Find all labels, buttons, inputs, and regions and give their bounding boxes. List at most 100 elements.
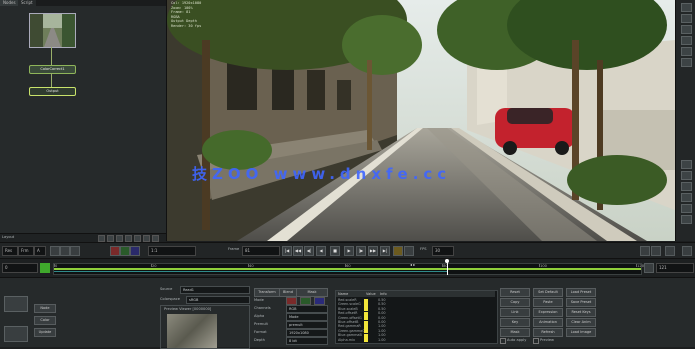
last-frame-button[interactable]: ▶| (380, 246, 390, 256)
swatch-red-icon[interactable] (286, 297, 297, 305)
tab-transform[interactable]: Transform (254, 288, 280, 297)
timeline[interactable]: 0 0 20 40 60 80 100 120 ◂ ▸ 121 (0, 258, 695, 277)
node-type-icon[interactable] (4, 296, 28, 312)
end-frame-field[interactable]: 121 (656, 263, 694, 273)
settings-icon[interactable] (152, 235, 159, 242)
tab-script[interactable]: Script (18, 0, 36, 6)
channels-select[interactable]: RGB (286, 305, 328, 313)
read-node[interactable] (29, 13, 76, 48)
source-select[interactable]: Read1 (180, 286, 250, 294)
guides-icon[interactable] (681, 193, 692, 202)
auto-apply-checkbox[interactable] (500, 338, 506, 344)
format-select[interactable]: 1920x1080 (286, 329, 328, 337)
crop-icon[interactable] (681, 36, 692, 45)
depth-select[interactable]: 8 bit (286, 337, 328, 345)
node-button[interactable]: Node (34, 304, 56, 313)
column-header-info[interactable]: Info (378, 291, 495, 297)
channel-green-icon[interactable] (60, 246, 70, 256)
column-header-name[interactable]: Name (336, 291, 364, 297)
tab-nodes[interactable]: Nodes (0, 0, 19, 6)
prev-frame-button[interactable]: ◀ (316, 246, 326, 256)
auto-layout-icon[interactable] (116, 235, 123, 242)
colorspace-select[interactable]: sRGB (186, 296, 250, 304)
pointer-icon[interactable] (681, 3, 692, 12)
color-picker-icon[interactable] (681, 47, 692, 56)
timeline-track[interactable]: 0 20 40 60 80 100 120 ◂ ▸ (53, 259, 644, 275)
alpha-field[interactable]: A (34, 246, 46, 256)
swatch-red-icon[interactable] (110, 246, 120, 256)
zoom-fit-icon[interactable] (98, 235, 105, 242)
action-button[interactable]: Link (500, 308, 530, 317)
delete-node-icon[interactable] (134, 235, 141, 242)
tab-mask[interactable]: Mask (296, 288, 328, 297)
action-button[interactable]: Animation (533, 318, 563, 327)
next-key-button[interactable]: |▶ (356, 246, 366, 256)
action-button[interactable]: Mask (500, 328, 530, 337)
swatch-blue-icon[interactable] (130, 246, 140, 256)
channel-red-icon[interactable] (50, 246, 60, 256)
frame-field[interactable]: 81 (242, 246, 280, 256)
column-header-value[interactable]: Value (364, 291, 378, 297)
image-viewer[interactable]: Col: 1920x1080 Zoom: 100% Frame: 81 RGBA… (167, 0, 675, 241)
action-button[interactable]: Refresh (533, 328, 563, 337)
action-button[interactable]: Reset Keys (566, 308, 596, 317)
action-button[interactable]: Set Default (533, 288, 563, 297)
prev-key-button[interactable]: ◀| (304, 246, 314, 256)
table-row[interactable]: Alpha.mix 1.00 (336, 338, 495, 343)
premult-select[interactable]: premult (286, 321, 328, 329)
color-button[interactable]: Color (34, 316, 56, 325)
first-frame-button[interactable]: |◀ (282, 246, 292, 256)
update-button[interactable]: Update (34, 328, 56, 337)
overlay-icon[interactable] (681, 171, 692, 180)
action-button[interactable]: Paste (533, 298, 563, 307)
action-button[interactable]: Copy (500, 298, 530, 307)
alpha-select[interactable]: Mode (286, 313, 328, 321)
frame-mode-field[interactable]: Frm (18, 246, 34, 256)
fast-forward-button[interactable]: ▶▶ (368, 246, 378, 256)
group-icon[interactable] (143, 235, 150, 242)
zoom-select[interactable]: 1:1 (148, 246, 196, 256)
action-button[interactable]: Load Preset (566, 288, 596, 297)
action-button[interactable]: Save Preset (566, 298, 596, 307)
snapshot-icon[interactable] (681, 215, 692, 224)
action-button[interactable]: Load Image (566, 328, 596, 337)
action-button[interactable]: Clear Anim (566, 318, 596, 327)
play-button[interactable]: ▶ (344, 246, 354, 256)
swatch-blue-icon[interactable] (314, 297, 325, 305)
playhead-handle[interactable] (445, 259, 450, 263)
in-point-marker[interactable] (40, 263, 50, 273)
lut-icon[interactable] (681, 204, 692, 213)
channel-blue-icon[interactable] (70, 246, 80, 256)
node-graph-panel[interactable]: Nodes Script ColorCorrect1 Output Layout (0, 0, 167, 242)
add-node-icon[interactable] (125, 235, 132, 242)
proxy-icon[interactable] (651, 246, 661, 256)
hand-icon[interactable] (681, 14, 692, 23)
preview-checkbox[interactable] (533, 338, 539, 344)
wipe-icon[interactable] (681, 160, 692, 169)
start-frame-field[interactable]: 0 (2, 263, 38, 273)
out-point-button[interactable] (644, 263, 654, 273)
effect-node[interactable]: ColorCorrect1 (29, 65, 76, 74)
grid-snap-icon[interactable] (107, 235, 114, 242)
res-field[interactable]: Res (2, 246, 18, 256)
swatch-green-icon[interactable] (120, 246, 130, 256)
zoom-icon[interactable] (681, 25, 692, 34)
roi-icon[interactable] (681, 58, 692, 67)
fps-field[interactable]: 30 (432, 246, 454, 256)
action-button[interactable]: Reset (500, 288, 530, 297)
settings-icon[interactable] (665, 246, 675, 256)
action-button[interactable]: Key (500, 318, 530, 327)
tab-blend[interactable]: Blend (279, 288, 297, 297)
grid-icon[interactable] (681, 182, 692, 191)
close-icon[interactable] (682, 246, 692, 256)
snap-icon[interactable] (640, 246, 650, 256)
rewind-button[interactable]: ◀◀ (293, 246, 303, 256)
stop-button[interactable]: ■ (330, 246, 340, 256)
swatch-green-icon[interactable] (300, 297, 311, 305)
channels-icon[interactable] (4, 326, 28, 342)
channel-table[interactable]: Name Value Info Red.scaleR 0.50 Green.scal… (335, 290, 498, 344)
output-node[interactable]: Output (29, 87, 76, 96)
bounce-icon[interactable] (404, 246, 414, 256)
playhead[interactable] (446, 261, 448, 275)
loop-icon[interactable] (393, 246, 403, 256)
